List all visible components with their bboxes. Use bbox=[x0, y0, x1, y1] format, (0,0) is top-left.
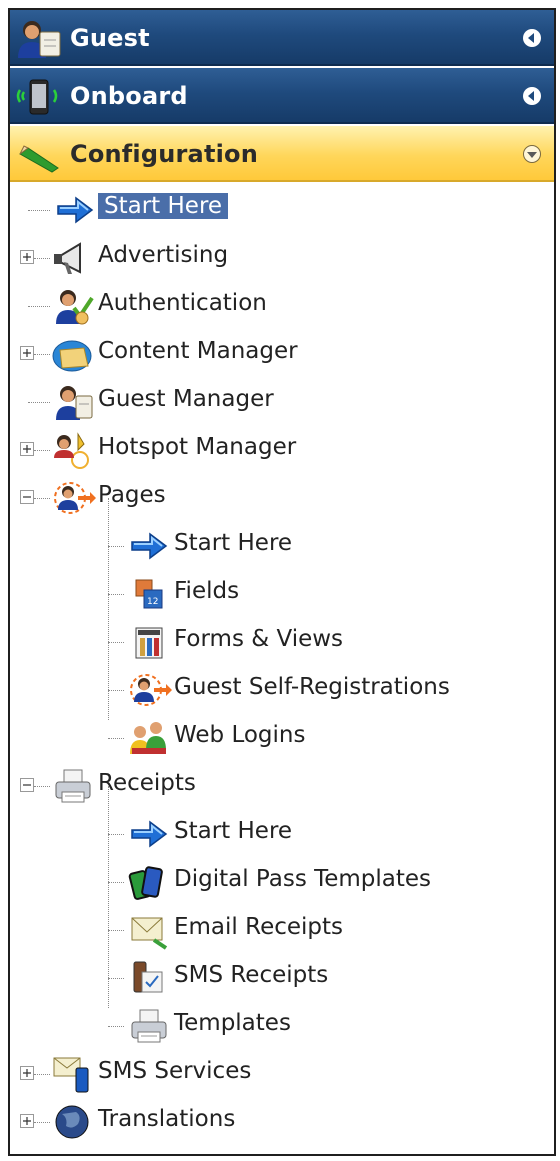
megaphone-icon bbox=[54, 242, 81, 274]
chevron-left-icon[interactable] bbox=[522, 28, 542, 48]
arrow-right-icon bbox=[126, 526, 172, 566]
tree-item-label[interactable]: Forms & Views bbox=[174, 626, 343, 652]
tree-item-label[interactable]: Translations bbox=[98, 1106, 235, 1132]
tree-item-label[interactable]: Guest Self-Registrations bbox=[174, 674, 450, 700]
tree-item-label[interactable]: Pages bbox=[98, 482, 166, 508]
fields-icon: 12 bbox=[135, 579, 163, 609]
pencil-icon bbox=[19, 145, 59, 173]
tree-item-label[interactable]: Start Here bbox=[98, 193, 229, 219]
tree-item-label[interactable]: Hotspot Manager bbox=[98, 434, 296, 460]
configuration-header-label: Configuration bbox=[70, 140, 259, 168]
onboard-header[interactable]: Onboard bbox=[10, 68, 554, 124]
expand-plus-icon[interactable] bbox=[20, 1066, 34, 1080]
user-check-icon bbox=[50, 286, 94, 325]
printer-icon bbox=[126, 1006, 172, 1046]
tree-item-digital-pass-templates[interactable]: Digital Pass Templates bbox=[10, 858, 554, 906]
tree-item-advertising[interactable]: Advertising bbox=[10, 234, 554, 282]
guest-header[interactable]: Guest bbox=[10, 10, 554, 66]
tree-item-label[interactable]: Guest Manager bbox=[98, 386, 274, 412]
sms-receipt-icon bbox=[133, 961, 163, 993]
envelope-icon bbox=[131, 917, 168, 950]
tree-item-label[interactable]: Content Manager bbox=[98, 338, 298, 364]
tree-item-label[interactable]: Receipts bbox=[98, 770, 196, 796]
printer-icon bbox=[50, 766, 96, 806]
tree-item-forms-views[interactable]: Forms & Views bbox=[10, 618, 554, 666]
globe-icon bbox=[55, 1105, 89, 1139]
navigation-panel: Guest Onboard Configuration Start Here A… bbox=[8, 8, 556, 1156]
svg-text:12: 12 bbox=[147, 597, 158, 607]
tree-item-authentication[interactable]: Authentication bbox=[10, 282, 554, 330]
guest-header-label: Guest bbox=[70, 24, 150, 52]
arrow-right-icon bbox=[126, 814, 172, 854]
collapse-minus-icon[interactable] bbox=[20, 778, 34, 792]
people-icon bbox=[130, 722, 166, 754]
tree-item-label[interactable]: Advertising bbox=[98, 242, 228, 268]
configuration-header[interactable]: Configuration bbox=[10, 126, 554, 182]
tree-item-start-here[interactable]: Start Here bbox=[10, 186, 554, 234]
chevron-down-icon[interactable] bbox=[522, 144, 542, 164]
tree-item-label[interactable]: Authentication bbox=[98, 290, 267, 316]
tree-item-label[interactable]: Templates bbox=[174, 1010, 291, 1036]
collapse-minus-icon[interactable] bbox=[20, 490, 34, 504]
tree-item-guest-manager[interactable]: Guest Manager bbox=[10, 378, 554, 426]
tree-item-receipts-start-here[interactable]: Start Here bbox=[10, 810, 554, 858]
forms-icon bbox=[135, 627, 163, 659]
expand-plus-icon[interactable] bbox=[20, 1114, 34, 1128]
tree-item-translations[interactable]: Translations bbox=[10, 1098, 554, 1146]
guest-icon bbox=[18, 21, 61, 58]
tree-item-label[interactable]: Fields bbox=[174, 578, 239, 604]
tree-item-email-receipts[interactable]: Email Receipts bbox=[10, 906, 554, 954]
expand-plus-icon[interactable] bbox=[20, 442, 34, 456]
tree-item-web-logins[interactable]: Web Logins bbox=[10, 714, 554, 762]
sms-envelope-icon bbox=[53, 1057, 89, 1093]
guest-manager-icon bbox=[50, 382, 93, 422]
tree-item-label[interactable]: SMS Services bbox=[98, 1058, 251, 1084]
tree-item-receipts[interactable]: Receipts bbox=[10, 762, 554, 810]
person-arrow-icon bbox=[130, 674, 172, 706]
configuration-tree: Start Here Advertising Authentication Co… bbox=[10, 186, 554, 1146]
tree-item-templates[interactable]: Templates bbox=[10, 1002, 554, 1050]
expand-plus-icon[interactable] bbox=[20, 250, 34, 264]
tree-item-pages[interactable]: Pages bbox=[10, 474, 554, 522]
phone-icon bbox=[16, 79, 58, 115]
tree-item-label[interactable]: Web Logins bbox=[174, 722, 306, 748]
tree-item-label[interactable]: Start Here bbox=[174, 530, 292, 556]
hotspot-icon bbox=[54, 432, 89, 469]
chevron-left-icon[interactable] bbox=[522, 86, 542, 106]
tree-item-content-manager[interactable]: Content Manager bbox=[10, 330, 554, 378]
tree-item-hotspot-manager[interactable]: Hotspot Manager bbox=[10, 426, 554, 474]
tree-item-pages-start-here[interactable]: Start Here bbox=[10, 522, 554, 570]
tree-item-label[interactable]: SMS Receipts bbox=[174, 962, 328, 988]
cards-icon bbox=[128, 866, 163, 900]
tree-item-label[interactable]: Start Here bbox=[174, 818, 292, 844]
folder-icon bbox=[52, 340, 92, 372]
expand-plus-icon[interactable] bbox=[20, 346, 34, 360]
person-arrow-icon bbox=[54, 482, 96, 514]
onboard-header-label: Onboard bbox=[70, 82, 188, 110]
tree-item-fields[interactable]: 12 Fields bbox=[10, 570, 554, 618]
tree-item-sms-services[interactable]: SMS Services bbox=[10, 1050, 554, 1098]
tree-item-sms-receipts[interactable]: SMS Receipts bbox=[10, 954, 554, 1002]
tree-item-label[interactable]: Digital Pass Templates bbox=[174, 866, 431, 892]
tree-item-label[interactable]: Email Receipts bbox=[174, 914, 343, 940]
tree-item-guest-self-registrations[interactable]: Guest Self-Registrations bbox=[10, 666, 554, 714]
arrow-right-icon bbox=[52, 190, 98, 230]
